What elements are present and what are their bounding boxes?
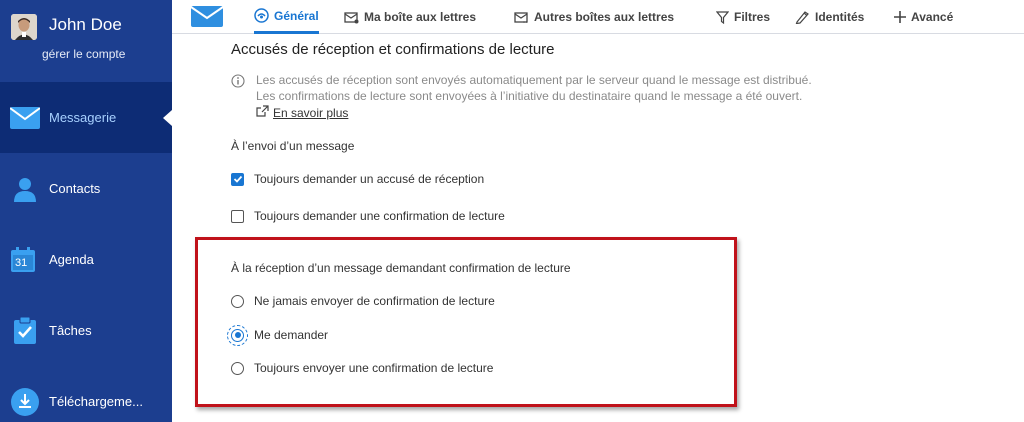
option-request-read-confirmation[interactable]: Toujours demander une confirmation de le… xyxy=(231,209,505,223)
radio-button-selected[interactable] xyxy=(227,324,248,346)
plus-icon xyxy=(894,11,906,23)
tab-label: Filtres xyxy=(734,10,771,24)
sidebar-item-label: Téléchargeme... xyxy=(49,394,143,409)
tab-label: Autres boîtes aux lettres xyxy=(534,10,675,24)
tab-label: Ma boîte aux lettres xyxy=(364,10,477,24)
option-label: Ne jamais envoyer de confirmation de lec… xyxy=(254,294,495,308)
sidebar-item-label: Messagerie xyxy=(49,110,117,125)
option-always-send[interactable]: Toujours envoyer une confirmation de lec… xyxy=(231,361,493,375)
settings-tabbar: Général Ma boîte aux lettres Autres boît… xyxy=(172,0,1024,34)
mailbox-icon xyxy=(344,11,359,24)
tab-other-mailboxes[interactable]: Autres boîtes aux lettres xyxy=(514,0,674,34)
receiving-section-label: À la réception d’un message demandant co… xyxy=(231,261,571,275)
sidebar-item-contacts[interactable]: Contacts xyxy=(0,153,172,224)
sending-section-label: À l’envoi d’un message xyxy=(231,139,355,153)
learn-more-label: En savoir plus xyxy=(273,105,349,120)
sidebar-item-agenda[interactable]: 31 Agenda xyxy=(0,224,172,295)
tab-advanced[interactable]: Avancé xyxy=(894,0,953,34)
option-never-send[interactable]: Ne jamais envoyer de confirmation de lec… xyxy=(231,294,495,308)
settings-content: Accusés de réception et confirmations de… xyxy=(172,35,1024,422)
other-mailboxes-icon xyxy=(514,11,529,24)
task-icon xyxy=(10,316,40,344)
tab-label: Général xyxy=(274,8,319,23)
contact-icon xyxy=(10,176,40,202)
sidebar-item-telechargements[interactable]: Téléchargeme... xyxy=(0,366,172,422)
sidebar-item-label: Contacts xyxy=(49,181,101,196)
external-link-icon xyxy=(256,105,269,120)
info-icon xyxy=(231,73,245,88)
option-label: Toujours demander un accusé de réception xyxy=(254,172,485,186)
avatar[interactable] xyxy=(11,14,37,40)
option-request-receipt[interactable]: Toujours demander un accusé de réception xyxy=(231,172,484,186)
checkbox-checked[interactable] xyxy=(231,172,244,186)
tab-label: Avancé xyxy=(911,10,954,24)
sidebar-item-taches[interactable]: Tâches xyxy=(0,295,172,366)
sidebar-item-messagerie[interactable]: Messagerie xyxy=(0,82,172,153)
radio-button[interactable] xyxy=(231,361,244,375)
manage-account-link[interactable]: gérer le compte xyxy=(42,47,125,61)
download-icon xyxy=(10,387,40,416)
identity-icon xyxy=(795,10,810,24)
calendar-icon: 31 xyxy=(10,246,36,273)
mail-icon xyxy=(10,105,40,131)
user-name: John Doe xyxy=(49,15,122,34)
option-label: Toujours demander une confirmation de le… xyxy=(254,209,505,223)
option-ask-me[interactable]: Me demander xyxy=(227,324,329,346)
sidebar-item-label: Tâches xyxy=(49,323,92,338)
radio-button[interactable] xyxy=(231,294,244,308)
sidebar-item-label: Agenda xyxy=(49,252,94,267)
filter-icon xyxy=(716,10,729,24)
tab-mailbox[interactable]: Ma boîte aux lettres xyxy=(344,0,476,34)
tab-label: Identités xyxy=(815,10,865,24)
mail-icon xyxy=(190,6,224,27)
page-title: Accusés de réception et confirmations de… xyxy=(231,41,555,58)
sidebar: John Doe gérer le compte Messagerie Cont… xyxy=(0,0,172,422)
info-text-read-confirmations: Les confirmations de lecture sont envoyé… xyxy=(256,89,803,103)
tab-general[interactable]: Général xyxy=(254,0,319,34)
info-text-receipts: Les accusés de réception sont envoyés au… xyxy=(256,73,812,87)
learn-more-link[interactable]: En savoir plus xyxy=(256,105,348,120)
general-icon xyxy=(254,8,269,23)
option-label: Me demander xyxy=(254,328,329,342)
user-box: John Doe gérer le compte xyxy=(0,0,172,80)
calendar-day: 31 xyxy=(15,256,28,269)
option-label: Toujours envoyer une confirmation de lec… xyxy=(254,361,494,375)
tab-filters[interactable]: Filtres xyxy=(716,0,770,34)
checkbox-unchecked[interactable] xyxy=(231,209,244,223)
tab-identities[interactable]: Identités xyxy=(795,0,864,34)
